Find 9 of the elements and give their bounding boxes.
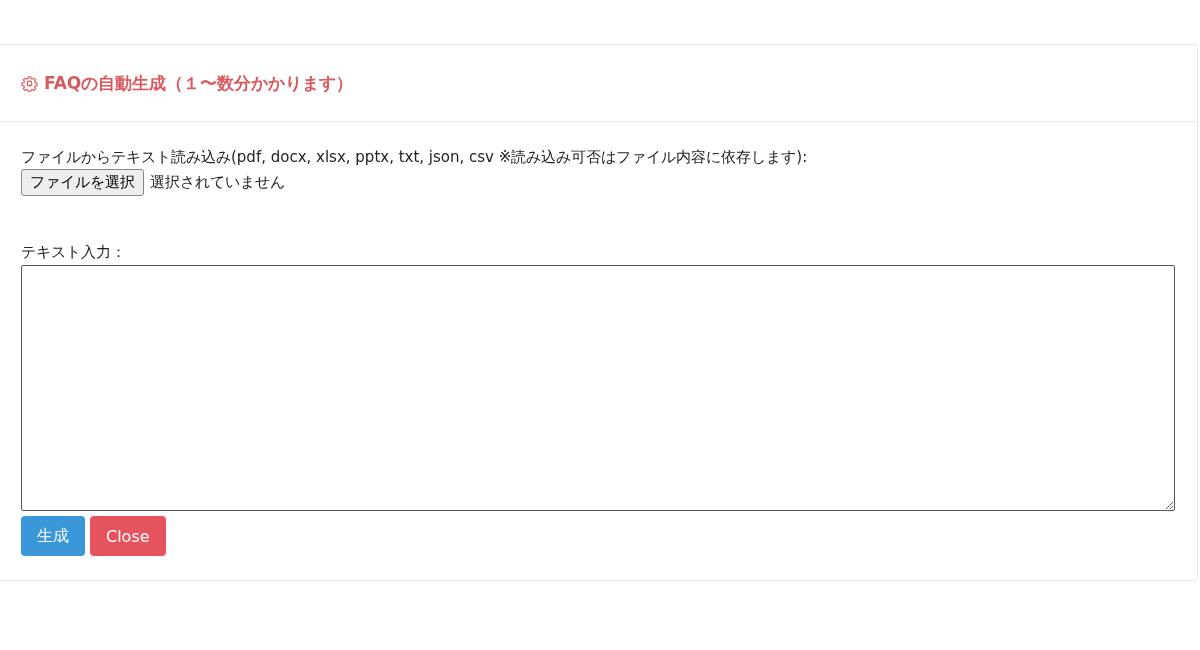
close-button[interactable]: Close	[90, 516, 166, 556]
settings-icon	[21, 74, 38, 92]
file-status: 選択されていません	[150, 173, 285, 192]
dialog-title: FAQの自動生成（１〜数分かかります）	[44, 71, 354, 95]
file-label: ファイルからテキスト読み込み(pdf, docx, xlsx, pptx, txt, json, csv ※読み込み可否はファイル内容に依存します):	[21, 147, 809, 167]
text-label: テキスト入力：	[21, 242, 127, 262]
choose-file-button[interactable]: ファイルを選択	[21, 169, 144, 196]
generate-button[interactable]: 生成	[21, 516, 85, 556]
text-input-field[interactable]	[21, 265, 1175, 511]
